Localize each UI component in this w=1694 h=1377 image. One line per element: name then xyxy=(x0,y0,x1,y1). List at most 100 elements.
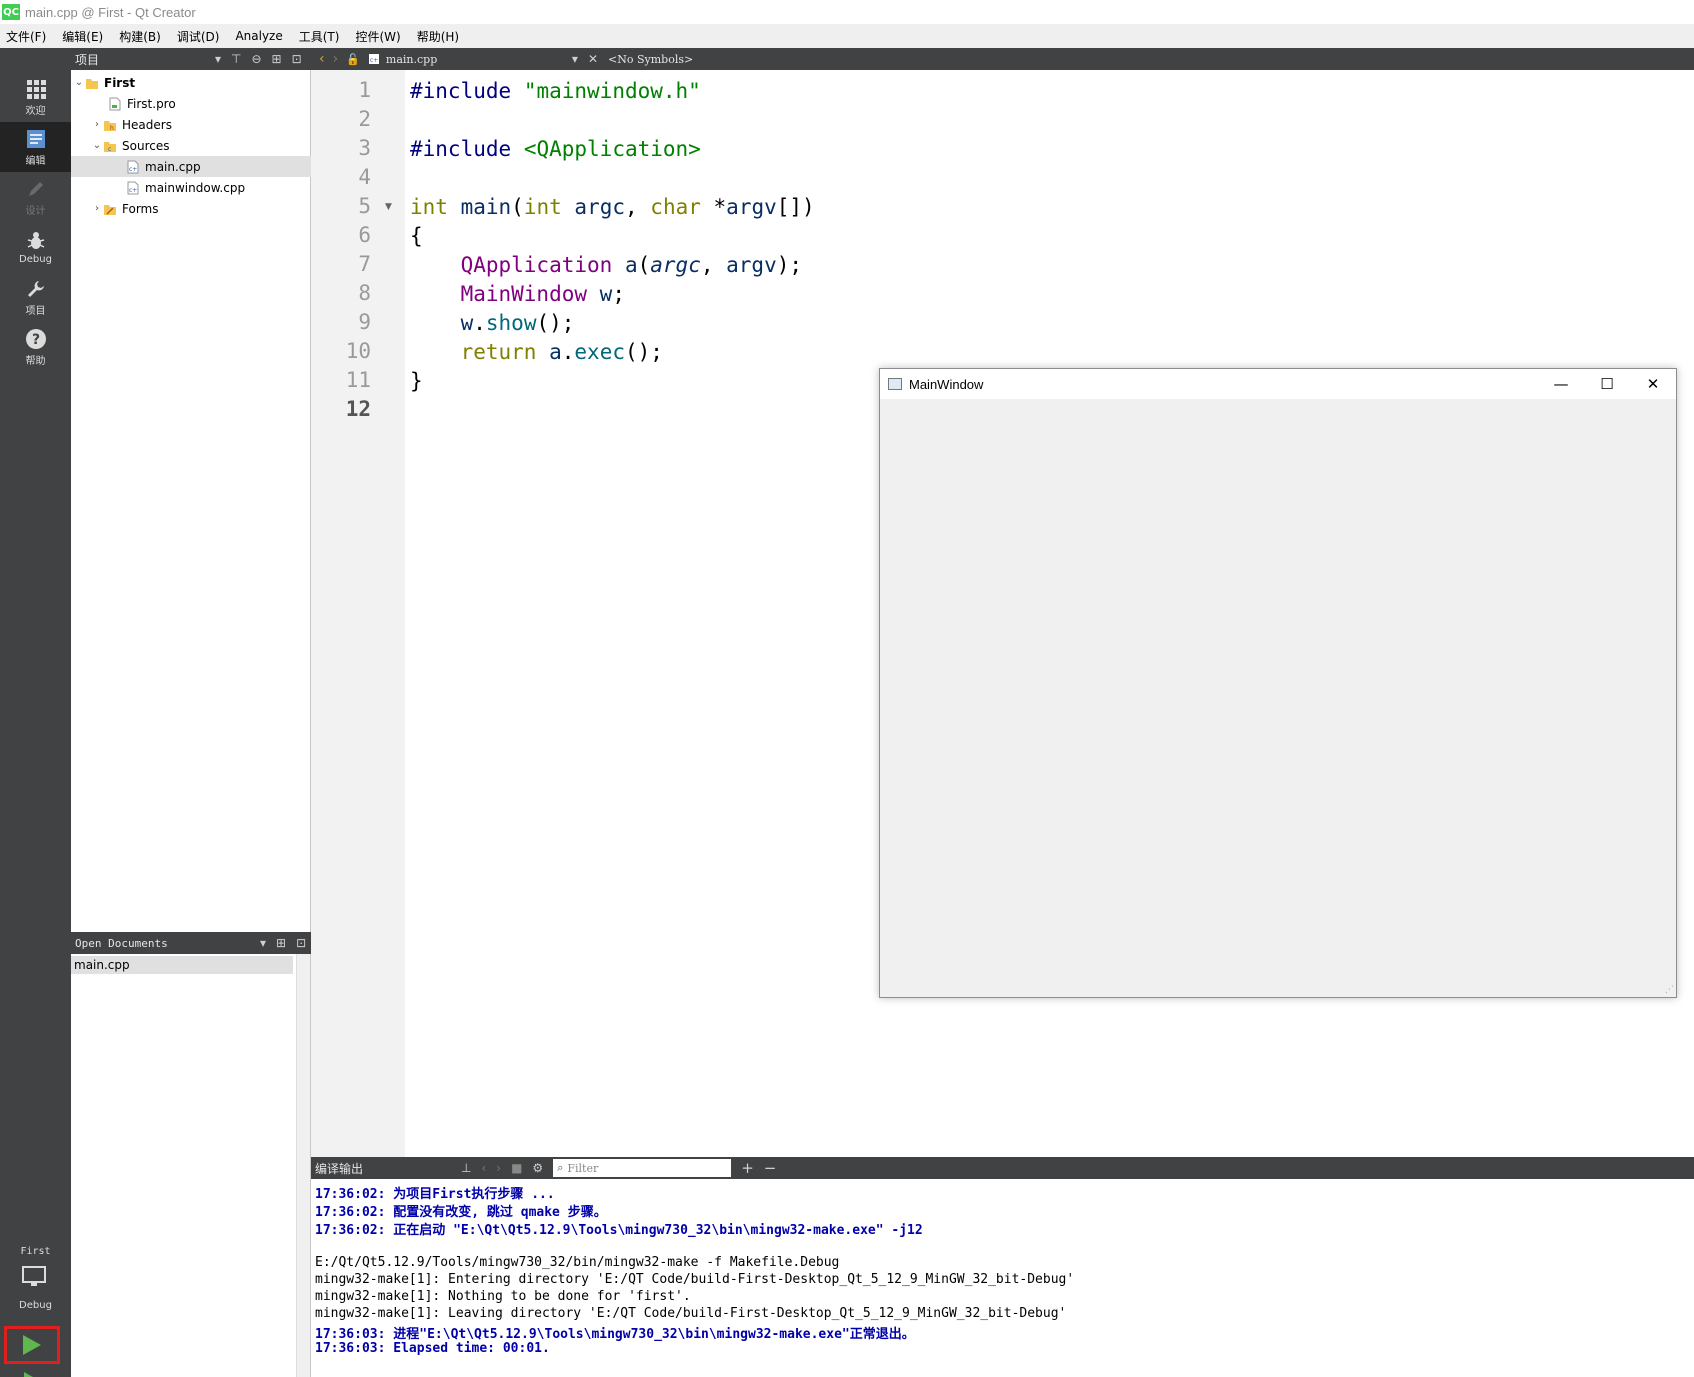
code-line: { xyxy=(410,224,423,248)
line-number: 9 xyxy=(358,310,371,334)
project-folder-icon xyxy=(86,78,98,89)
mode-selector-bar: 欢迎 编辑 设计 Debug 项目 ? 帮助 First Debug xyxy=(0,48,71,1377)
kit-build-config[interactable]: Debug xyxy=(0,1300,71,1311)
next-icon[interactable]: › xyxy=(496,1161,501,1175)
window-title-bar: QC main.cpp @ First - Qt Creator xyxy=(0,0,1694,24)
current-line-number: 12 xyxy=(345,397,371,421)
compile-output-title: 编译输出 xyxy=(315,1161,364,1176)
svg-text:c+: c+ xyxy=(129,166,137,173)
close-pane-icon[interactable]: ⊡ xyxy=(292,52,302,66)
mode-label: Debug xyxy=(19,253,52,265)
fold-marker-icon[interactable]: ▼ xyxy=(385,202,392,212)
mainwindow-title-bar[interactable]: MainWindow — ☐ ✕ xyxy=(880,369,1676,399)
tree-item-headers[interactable]: › h Headers xyxy=(71,114,311,135)
chevron-down-icon[interactable]: ⌄ xyxy=(73,77,85,88)
kit-project-name: First xyxy=(20,1246,51,1257)
filter-input[interactable]: ⌕ Filter xyxy=(553,1159,732,1177)
cpp-file-icon: c+ xyxy=(127,160,139,173)
menubar: 文件(F) 编辑(E) 构建(B) 调试(D) Analyze 工具(T) 控件… xyxy=(0,24,1694,48)
split-icon[interactable]: ⊞ xyxy=(276,936,286,950)
tree-item-sources[interactable]: ⌄ c Sources xyxy=(71,135,311,156)
output-line: mingw32-make[1]: Entering directory 'E:/… xyxy=(315,1272,1075,1287)
sources-folder-icon: c xyxy=(104,141,116,153)
chevron-down-icon[interactable]: ▾ xyxy=(215,52,221,66)
menu-widgets[interactable]: 控件(W) xyxy=(355,28,400,45)
mode-help[interactable]: ? 帮助 xyxy=(0,322,71,372)
close-button[interactable]: ✕ xyxy=(1630,369,1676,399)
open-document-item[interactable]: main.cpp xyxy=(71,956,293,974)
zoom-out-icon[interactable]: − xyxy=(764,1159,777,1177)
menu-tools[interactable]: 工具(T) xyxy=(299,28,340,45)
stop-icon[interactable]: ■ xyxy=(511,1161,522,1175)
debug-run-icon[interactable] xyxy=(22,1370,48,1377)
svg-text:h: h xyxy=(110,125,114,132)
tree-item-forms[interactable]: › Forms xyxy=(71,198,311,219)
code-line: int main(int argc, char *argv[]) xyxy=(410,195,815,219)
mode-welcome[interactable]: 欢迎 xyxy=(0,72,71,122)
output-line: 17:36:02: 配置没有改变, 跳过 qmake 步骤。 xyxy=(315,1205,607,1220)
chevron-right-icon[interactable]: › xyxy=(91,119,103,130)
output-line: mingw32-make[1]: Leaving directory 'E:/Q… xyxy=(315,1306,1067,1321)
mode-edit[interactable]: 编辑 xyxy=(0,122,71,172)
gear-icon[interactable]: ⚙ xyxy=(532,1161,543,1175)
chevron-down-icon[interactable]: ▾ xyxy=(572,52,578,66)
tree-item-main-cpp[interactable]: c+ main.cpp xyxy=(71,156,311,177)
tree-item-first-pro[interactable]: First.pro xyxy=(71,93,311,114)
current-file-selector[interactable]: main.cpp xyxy=(386,53,562,66)
mode-label: 欢迎 xyxy=(25,105,46,117)
filter-icon[interactable]: ⊤ xyxy=(231,52,241,66)
tree-item-label: First xyxy=(104,75,136,90)
tree-item-label: First.pro xyxy=(127,96,176,111)
output-line: E:/Qt/Qt5.12.9/Tools/mingw730_32/bin/min… xyxy=(315,1255,840,1270)
monitor-icon[interactable] xyxy=(22,1266,48,1288)
resize-grip-icon[interactable]: ⋰ xyxy=(1665,985,1674,995)
close-pane-icon[interactable]: ⊡ xyxy=(296,936,306,950)
back-icon[interactable]: ‹ xyxy=(319,51,325,67)
headers-folder-icon: h xyxy=(104,120,116,132)
tree-item-label: main.cpp xyxy=(145,159,201,174)
open-documents-list: main.cpp xyxy=(71,954,311,1377)
menu-analyze[interactable]: Analyze xyxy=(235,29,282,43)
line-number: 5 xyxy=(358,194,371,218)
code-line: MainWindow w; xyxy=(460,282,625,306)
mainwindow-app-window[interactable]: MainWindow — ☐ ✕ ⋰ xyxy=(879,368,1677,998)
minimize-button[interactable]: — xyxy=(1538,369,1584,399)
grid-icon xyxy=(26,79,46,99)
symbols-selector[interactable]: <No Symbols> xyxy=(608,53,693,66)
line-number: 2 xyxy=(358,107,371,131)
code-line: return a.exec(); xyxy=(460,340,663,364)
mode-debug[interactable]: Debug xyxy=(0,222,71,272)
forms-folder-icon xyxy=(104,204,116,215)
menu-file[interactable]: 文件(F) xyxy=(6,28,46,45)
menu-debug[interactable]: 调试(D) xyxy=(177,28,220,45)
chevron-right-icon[interactable]: › xyxy=(91,203,103,214)
link-icon[interactable]: ⊖ xyxy=(251,52,261,66)
tree-item-label: mainwindow.cpp xyxy=(145,180,246,195)
open-documents-header: Open Documents ▾ ⊞ ⊡ xyxy=(71,932,311,954)
chevron-down-icon[interactable]: ▾ xyxy=(260,936,266,950)
mode-projects[interactable]: 项目 xyxy=(0,272,71,322)
previous-icon[interactable]: ‹ xyxy=(481,1161,486,1175)
menu-help[interactable]: 帮助(H) xyxy=(417,28,459,45)
run-button[interactable] xyxy=(4,1326,60,1364)
maximize-button[interactable]: ☐ xyxy=(1584,369,1630,399)
play-icon xyxy=(23,1335,41,1355)
output-line: 17:36:03: 进程"E:\Qt\Qt5.12.9\Tools\mingw7… xyxy=(315,1327,915,1342)
mainwindow-title: MainWindow xyxy=(909,376,984,392)
mode-design[interactable]: 设计 xyxy=(0,172,71,222)
forward-icon[interactable]: › xyxy=(333,51,339,67)
menu-edit[interactable]: 编辑(E) xyxy=(62,28,103,45)
tree-item-mainwindow-cpp[interactable]: c+ mainwindow.cpp xyxy=(71,177,311,198)
compile-output-text[interactable]: 17:36:02: 为项目First执行步骤 ... 17:36:02: 配置没… xyxy=(311,1179,1694,1377)
chevron-down-icon[interactable]: ⌄ xyxy=(91,140,103,151)
close-document-icon[interactable]: ✕ xyxy=(588,52,598,66)
split-icon[interactable]: ⊞ xyxy=(272,52,282,66)
zoom-in-icon[interactable]: + xyxy=(741,1159,754,1177)
code-line: w.show(); xyxy=(460,311,575,335)
scrollbar[interactable] xyxy=(296,954,310,1377)
help-icon: ? xyxy=(25,328,46,349)
menu-build[interactable]: 构建(B) xyxy=(119,28,161,45)
tree-item-project-first[interactable]: ⌄ First xyxy=(71,72,311,93)
clean-icon[interactable]: ⊥ xyxy=(461,1161,471,1175)
search-icon: ⌕ xyxy=(557,1161,564,1174)
